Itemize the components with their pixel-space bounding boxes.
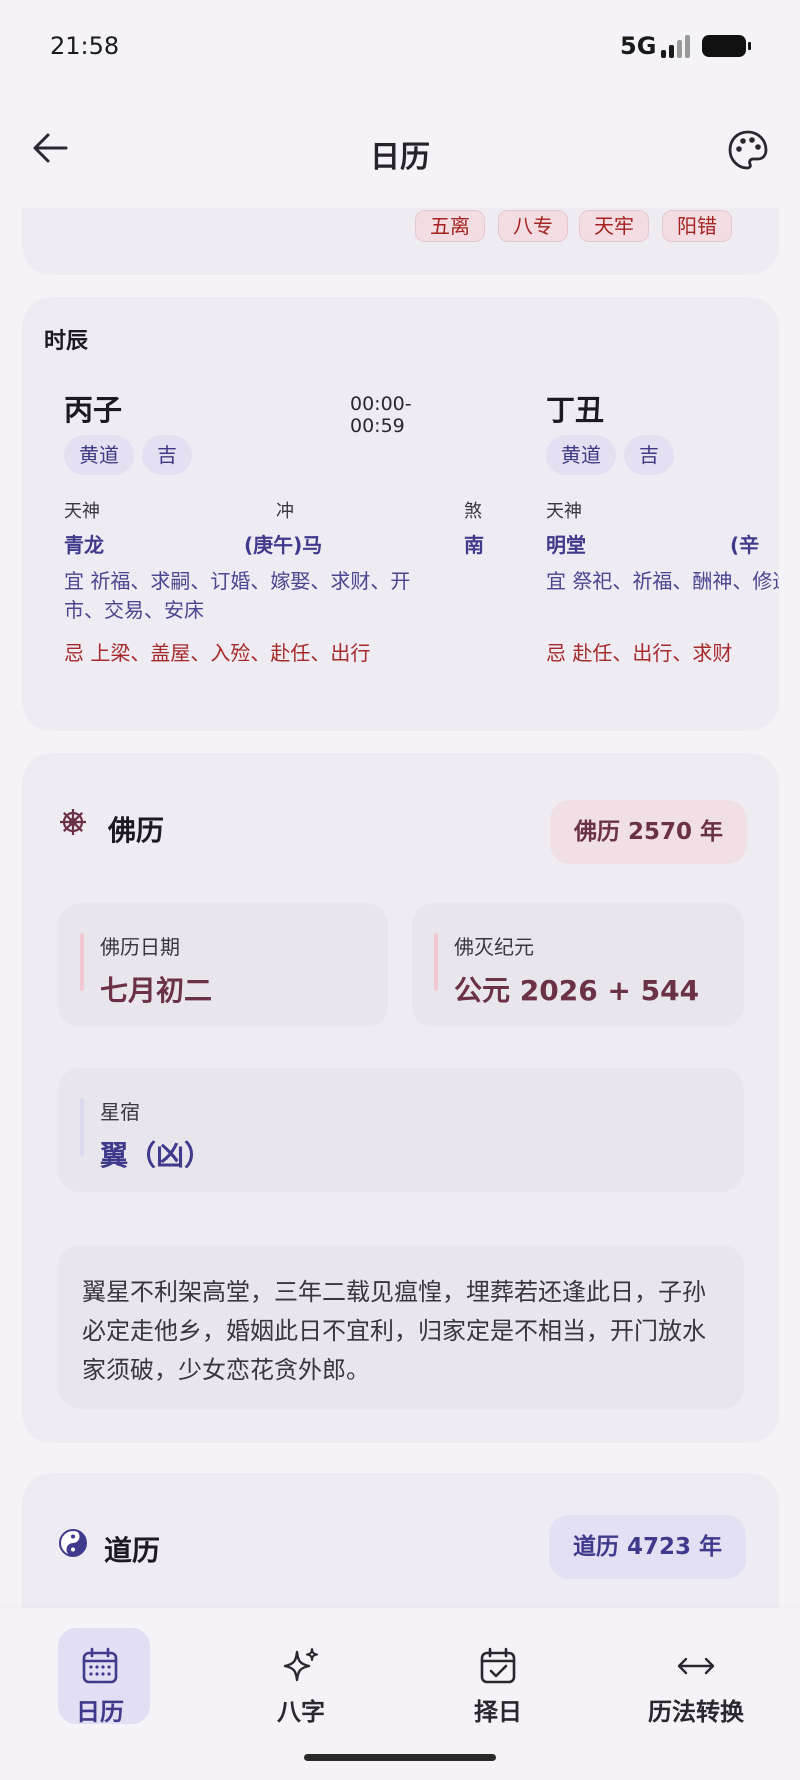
ji-text: 忌 上梁、盖屋、入殓、赴任、出行 (64, 641, 371, 665)
shichen-name: 丁丑 (546, 393, 605, 427)
content-scroll[interactable]: 五离 八专 天牢 阳错 时辰 丙子 00:00-00:59 黄道 吉 天神 冲 … (0, 208, 800, 1608)
nav-item-zeri[interactable]: 择日 (428, 1628, 568, 1728)
chong-value: (辛 (730, 533, 760, 557)
calendar-check-icon (480, 1647, 516, 1684)
buddhist-era-label: 佛灭纪元 (454, 935, 534, 959)
tianshen-value: 青龙 (64, 533, 104, 557)
sparkle-icon (283, 1648, 318, 1682)
tianshen-value: 明堂 (546, 533, 586, 557)
chong-value: (庚午)马 (244, 533, 323, 557)
tag-huangdao: 黄道 (546, 435, 616, 475)
shichen-time: 00:00-00:59 (350, 393, 412, 437)
buddhist-era-card: 佛灭纪元 公元 2026 + 544 (412, 903, 744, 1027)
shichen-item[interactable]: 丁丑 黄道 吉 天神 明堂 (辛 宜 祭祀、祈福、酬神、修造、安葬 忌 赴任、出… (504, 387, 779, 665)
ji-text: 忌 赴任、出行、求财 (546, 641, 733, 665)
taoist-calendar-card: 道历 道历 4723 年 (22, 1473, 779, 1608)
shensha-chip: 天牢 (579, 210, 649, 242)
page-title: 日历 (370, 140, 430, 175)
sha-label: 煞 (464, 501, 482, 522)
buddhist-year-badge: 佛历 2570 年 (550, 800, 748, 864)
network-type: 5G (620, 32, 657, 60)
shichen-card: 时辰 丙子 00:00-00:59 黄道 吉 天神 冲 煞 青龙 (庚午)马 南… (22, 297, 779, 731)
star-mansion-card: 星宿 翼（凶） (58, 1068, 744, 1192)
shensha-card: 五离 八专 天牢 阳错 (22, 208, 779, 275)
shichen-name: 丙子 (64, 393, 123, 427)
app-bar: 日历 (0, 100, 800, 205)
nav-label: 择日 (474, 1698, 522, 1726)
chong-label: 冲 (276, 501, 294, 522)
buddhist-era-value: 公元 2026 + 544 (454, 974, 700, 1007)
shensha-chip: 五离 (415, 210, 485, 242)
buddhist-title: 佛历 (108, 814, 165, 847)
nav-item-bazi[interactable]: 八字 (231, 1628, 371, 1728)
tianshen-label: 天神 (64, 501, 100, 522)
star-mansion-label: 星宿 (100, 1100, 140, 1124)
tag-ji: 吉 (142, 435, 192, 475)
shichen-item[interactable]: 丙子 00:00-00:59 黄道 吉 天神 冲 煞 青龙 (庚午)马 南 宜 … (22, 387, 484, 665)
nav-item-calendar[interactable]: 日历 (30, 1628, 170, 1728)
accent-bar (80, 933, 84, 991)
yi-text: 宜 祈福、求嗣、订婚、嫁娶、求财、开市、交易、安床 (64, 569, 411, 622)
star-mansion-poem: 翼星不利架高堂，三年二载见瘟惶，埋葬若还逢此日，子孙必定走他乡，婚姻此日不宜利，… (58, 1245, 744, 1409)
taoist-year-badge: 道历 4723 年 (549, 1515, 747, 1579)
buddhist-date-card: 佛历日期 七月初二 (58, 903, 388, 1027)
sha-value: 南 (464, 533, 484, 557)
palette-icon[interactable] (726, 128, 770, 172)
battery-icon (702, 35, 751, 57)
swap-arrows-icon (677, 1657, 715, 1675)
status-time: 21:58 (50, 32, 120, 60)
dharma-wheel-icon (60, 809, 86, 835)
yi-text: 宜 祭祀、祈福、酬神、修造、安葬 (546, 569, 779, 593)
tianshen-label: 天神 (546, 501, 582, 522)
buddhist-date-value: 七月初二 (100, 974, 213, 1007)
shensha-chip: 阳错 (662, 210, 732, 242)
accent-bar (434, 933, 438, 991)
calendar-icon (82, 1647, 118, 1684)
nav-item-conversion[interactable]: 历法转换 (626, 1628, 766, 1728)
nav-label: 历法转换 (648, 1698, 744, 1726)
tag-huangdao: 黄道 (64, 435, 134, 475)
shichen-title: 时辰 (44, 329, 89, 354)
star-mansion-value: 翼（凶） (100, 1139, 213, 1172)
nav-label: 日历 (76, 1698, 124, 1726)
buddhist-date-label: 佛历日期 (100, 935, 180, 959)
taoist-title: 道历 (104, 1534, 161, 1567)
shensha-chip: 八专 (498, 210, 568, 242)
buddhist-calendar-card: 佛历 佛历 2570 年 佛历日期 七月初二 佛灭纪元 公元 2026 + 54… (22, 753, 779, 1443)
yin-yang-icon (59, 1529, 87, 1557)
nav-label: 八字 (277, 1698, 325, 1726)
signal-icon (661, 34, 693, 58)
status-bar: 21:58 5G (0, 0, 800, 92)
tag-ji: 吉 (624, 435, 674, 475)
home-indicator[interactable] (304, 1754, 496, 1761)
accent-bar (80, 1098, 84, 1156)
